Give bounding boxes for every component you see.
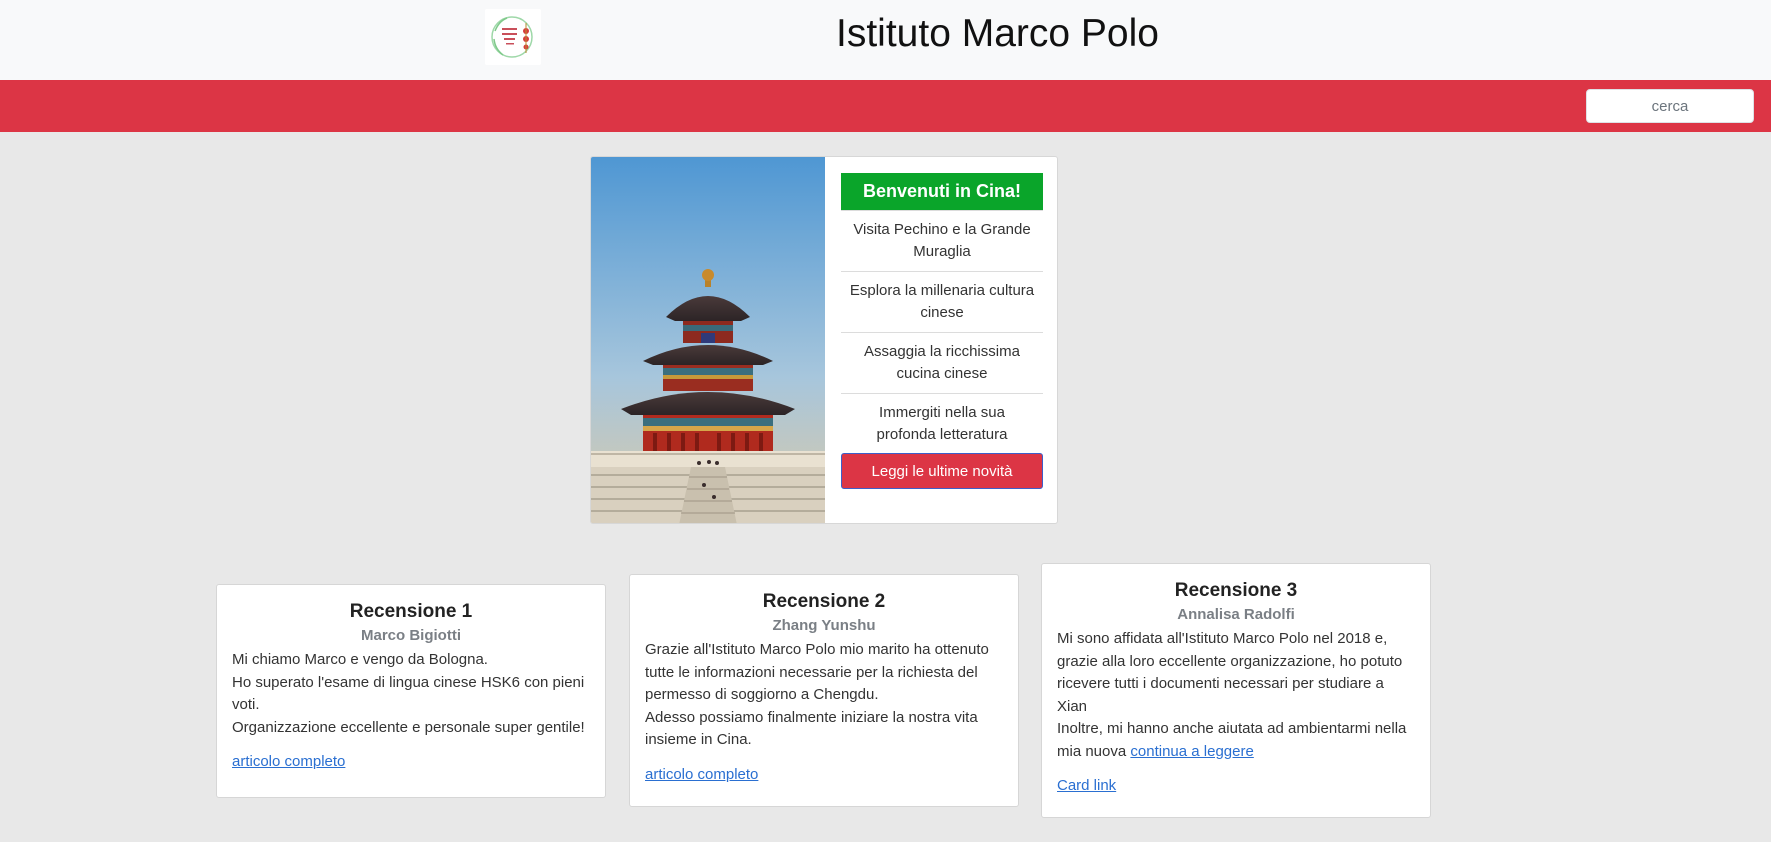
- review-line: Adesso possiamo finalmente iniziare la n…: [645, 708, 978, 749]
- review-line-with-link: Inoltre, mi hanno anche aiutata ad ambie…: [1057, 718, 1415, 763]
- review-text: Grazie all'Istituto Marco Polo mio marit…: [645, 639, 1003, 752]
- review-title: Recensione 2: [762, 591, 886, 612]
- welcome-banner: Benvenuti in Cina!: [841, 173, 1043, 210]
- review-title: Recensione 3: [1174, 580, 1298, 601]
- hero-item-pechino: Visita Pechino e la Grande Muraglia: [841, 210, 1043, 271]
- review-text: Mi sono affidata all'Istituto Marco Polo…: [1057, 628, 1415, 763]
- review-title: Recensione 1: [349, 601, 473, 622]
- review-author: Zhang Yunshu: [772, 617, 876, 634]
- hero-card: Benvenuti in Cina! Visita Pechino e la G…: [590, 156, 1058, 524]
- continue-reading-link[interactable]: continua a leggere: [1130, 743, 1253, 760]
- hero-side-panel: Benvenuti in Cina! Visita Pechino e la G…: [841, 173, 1043, 489]
- review-card-2: Recensione 2 Zhang Yunshu Grazie all'Ist…: [629, 574, 1019, 807]
- review-line: Ho superato l'esame di lingua cinese HSK…: [232, 673, 585, 714]
- search-input[interactable]: [1586, 89, 1754, 123]
- review-line: Mi chiamo Marco e vengo da Bologna.: [232, 651, 488, 668]
- review-author: Marco Bigiotti: [361, 627, 461, 644]
- hero-item-cultura: Esplora la millenaria cultura cinese: [841, 271, 1043, 332]
- review-line: Mi sono affidata all'Istituto Marco Polo…: [1057, 630, 1403, 715]
- review-text: Mi chiamo Marco e vengo da Bologna. Ho s…: [232, 649, 590, 739]
- full-article-link[interactable]: articolo completo: [645, 766, 758, 783]
- review-card-3: Recensione 3 Annalisa Radolfi Mi sono af…: [1041, 563, 1431, 818]
- hero-item-letteratura: Immergiti nella sua profonda letteratura: [841, 393, 1043, 453]
- full-article-link[interactable]: articolo completo: [232, 753, 345, 770]
- hero-item-cucina: Assaggia la ricchissima cucina cinese: [841, 332, 1043, 393]
- site-title: Istituto Marco Polo: [836, 12, 1159, 55]
- review-line: Grazie all'Istituto Marco Polo mio marit…: [645, 641, 989, 703]
- temple-of-heaven-image: [591, 157, 825, 523]
- review-author: Annalisa Radolfi: [1177, 606, 1295, 623]
- top-header: Istituto Marco Polo: [0, 0, 1771, 80]
- card-link[interactable]: Card link: [1057, 777, 1116, 794]
- nav-bar: [0, 80, 1771, 132]
- latest-news-button[interactable]: Leggi le ultime novità: [841, 453, 1043, 489]
- institute-logo[interactable]: [485, 9, 541, 65]
- review-line: Organizzazione eccellente e personale su…: [232, 718, 585, 736]
- review-card-1: Recensione 1 Marco Bigiotti Mi chiamo Ma…: [216, 584, 606, 798]
